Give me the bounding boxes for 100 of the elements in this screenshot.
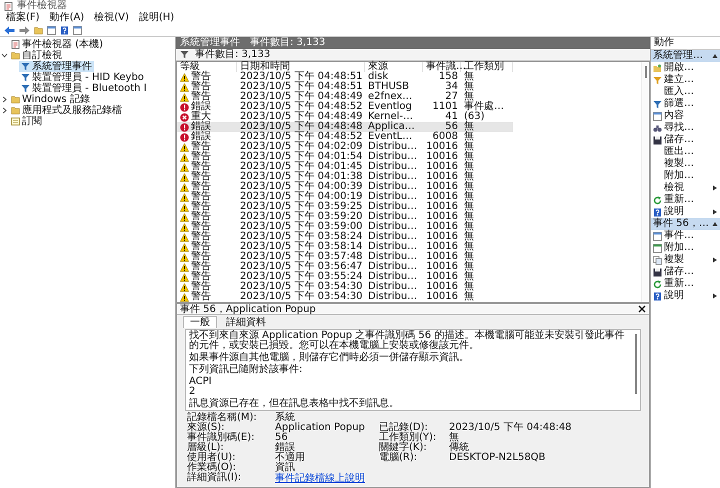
tree-item[interactable]: 事件檢視器 (本機)	[9, 39, 105, 50]
section-header[interactable]: 系統管理…	[651, 50, 720, 62]
table-cell-text: 2023/10/5 下午 04:48:52	[239, 132, 364, 142]
section-header[interactable]: 事件 56，…	[651, 218, 720, 230]
tree-item[interactable]: 自訂檢視	[9, 50, 64, 61]
help-icon[interactable]	[60, 26, 69, 34]
action-item[interactable]: 事件…	[651, 230, 720, 242]
scrollbar[interactable]	[641, 62, 649, 302]
column-header[interactable]: 日期和時間	[237, 62, 365, 72]
tree-item[interactable]: 裝置管理員 - HID Keybo	[19, 72, 146, 83]
event-row[interactable]: 警告 2023/10/5 下午 04:48:49 e2fnex… 27 無	[177, 92, 513, 102]
event-row[interactable]: 警告 2023/10/5 下午 03:59:25 Distribu… 10016 無	[177, 202, 513, 212]
table-cell-text: 無	[463, 82, 475, 92]
menu-item[interactable]: 檢視(V)	[94, 12, 129, 24]
field-value: 不適用	[275, 453, 306, 463]
action-item[interactable]: 複製…	[651, 158, 720, 170]
column-header[interactable]: 來源	[365, 62, 423, 72]
close-icon[interactable]	[638, 305, 646, 313]
table-cell-text: 無	[463, 292, 475, 302]
table-cell-text: 2023/10/5 下午 03:54:30	[239, 282, 364, 292]
action-item[interactable]: 附加…	[651, 170, 720, 182]
menu-item[interactable]: 說明(H)	[138, 12, 174, 24]
level-text: 警告	[191, 272, 211, 282]
action-item[interactable]: 說明	[651, 290, 720, 302]
menu-item[interactable]: 動作(A)	[50, 12, 84, 24]
column-header[interactable]: 等級	[177, 62, 237, 72]
table-cell-text: Distribu…	[367, 182, 418, 192]
event-row[interactable]: 警告 2023/10/5 下午 03:59:20 Distribu… 10016 無	[177, 212, 513, 222]
tree-item[interactable]: 裝置管理員 - Bluetooth I	[19, 83, 149, 94]
event-row[interactable]: 錯誤 2023/10/5 下午 04:48:52 EventL… 6008 無	[177, 132, 513, 142]
back-arrow-icon[interactable]	[4, 26, 15, 34]
window-icon[interactable]	[47, 26, 56, 34]
event-row[interactable]: 重大 2023/10/5 下午 04:48:49 Kernel-… 41 (63)	[177, 112, 513, 122]
event-row[interactable]: 警告 2023/10/5 下午 03:54:30 Distribu… 10016 無	[177, 292, 513, 302]
event-row[interactable]: 警告 2023/10/5 下午 03:56:47 Distribu… 10016 無	[177, 262, 513, 272]
action-item[interactable]: 開啟…	[651, 62, 720, 74]
action-item[interactable]: 匯入…	[651, 86, 720, 98]
event-row[interactable]: 警告 2023/10/5 下午 04:01:45 Distribu… 10016 無	[177, 162, 513, 172]
event-row[interactable]: 錯誤 2023/10/5 下午 04:48:52 Eventlog 1101 事件處…	[177, 102, 513, 112]
action-item[interactable]: 附加…	[651, 242, 720, 254]
action-item[interactable]: 匯出…	[651, 146, 720, 158]
menu-item[interactable]: 檔案(F)	[6, 12, 40, 24]
action-item[interactable]: 篩選…	[651, 98, 720, 110]
event-row[interactable]: 警告 2023/10/5 下午 04:00:39 Distribu… 10016 無	[177, 182, 513, 192]
action-item[interactable]: 建立…	[651, 74, 720, 86]
forward-arrow-icon[interactable]	[19, 26, 30, 34]
warning-icon	[180, 252, 189, 262]
level-text: 警告	[191, 262, 211, 272]
field-label: 作業碼(O):	[187, 463, 236, 473]
event-row[interactable]: 警告 2023/10/5 下午 03:58:14 Distribu… 10016 無	[177, 242, 513, 252]
action-item[interactable]: 重新…	[651, 278, 720, 290]
action-item[interactable]: 檢視	[651, 182, 720, 194]
event-row[interactable]: 警告 2023/10/5 下午 03:55:24 Distribu… 10016 無	[177, 272, 513, 282]
table-cell-text: Distribu…	[367, 232, 418, 242]
field-value: 無	[449, 433, 459, 443]
help-icon	[653, 208, 662, 216]
event-row[interactable]: 警告 2023/10/5 下午 04:02:09 Distribu… 10016 無	[177, 142, 513, 152]
event-row[interactable]: 警告 2023/10/5 下午 03:59:00 Distribu… 10016 無	[177, 222, 513, 232]
event-row[interactable]: 錯誤 2023/10/5 下午 04:48:48 Applica… 56 無	[177, 122, 513, 132]
event-row[interactable]: 警告 2023/10/5 下午 04:01:54 Distribu… 10016 無	[177, 152, 513, 162]
filter-icon	[653, 100, 662, 108]
warning-icon	[180, 142, 189, 152]
chevron-right-icon[interactable]	[1, 107, 8, 114]
action-item[interactable]: 儲存…	[651, 134, 720, 146]
event-row[interactable]: 警告 2023/10/5 下午 04:48:51 BTHUSB 34 無	[177, 82, 513, 92]
table-cell-text: 10016	[425, 282, 459, 292]
warning-icon	[180, 182, 189, 192]
window-icon[interactable]	[73, 26, 82, 34]
tree-item[interactable]: 應用程式及服務記錄檔	[9, 105, 124, 116]
event-row[interactable]: 警告 2023/10/5 下午 04:01:38 Distribu… 10016 無	[177, 172, 513, 182]
action-item[interactable]: 複製	[651, 254, 720, 266]
level-text: 警告	[191, 192, 211, 202]
action-item[interactable]: 重新…	[651, 194, 720, 206]
level-text: 警告	[191, 162, 211, 172]
tab[interactable]: 詳細資料	[219, 316, 273, 328]
tree-item[interactable]: 訂閱	[9, 116, 44, 127]
table-cell-text: 10016	[425, 182, 459, 192]
collapse-icon[interactable]	[712, 53, 718, 59]
table-cell-text: 2023/10/5 下午 04:48:52	[239, 102, 364, 112]
table-cell-text: 無	[463, 162, 475, 172]
event-row[interactable]: 警告 2023/10/5 下午 03:58:24 Distribu… 10016 無	[177, 232, 513, 242]
action-item[interactable]: 尋找…	[651, 122, 720, 134]
action-item[interactable]: 說明	[651, 206, 720, 218]
tab[interactable]: 一般	[183, 316, 217, 328]
field-value: 資訊	[275, 463, 295, 473]
description-text: 如果事件源自其他電腦，則儲存它們時必須一併儲存顯示資訊。	[189, 353, 470, 363]
field-label: 層級(L):	[187, 443, 224, 453]
help-link[interactable]: 事件記錄檔線上說明	[275, 473, 365, 484]
event-row[interactable]: 警告 2023/10/5 下午 03:54:30 Distribu… 10016 無	[177, 282, 513, 292]
event-row[interactable]: 警告 2023/10/5 下午 04:48:51 disk 158 無	[177, 72, 513, 82]
table-cell-text: 2023/10/5 下午 04:01:54	[239, 152, 364, 162]
tree-item[interactable]: 系統管理事件	[19, 61, 94, 72]
action-item[interactable]: 儲存…	[651, 266, 720, 278]
chevron-down-icon[interactable]	[1, 52, 8, 59]
collapse-icon[interactable]	[712, 221, 718, 227]
tree-item[interactable]: Windows 記錄	[9, 94, 92, 105]
chevron-right-icon[interactable]	[1, 96, 8, 103]
event-row[interactable]: 警告 2023/10/5 下午 04:00:19 Distribu… 10016 無	[177, 192, 513, 202]
event-row[interactable]: 警告 2023/10/5 下午 03:57:48 Distribu… 10016 無	[177, 252, 513, 262]
action-item[interactable]: 內容	[651, 110, 720, 122]
